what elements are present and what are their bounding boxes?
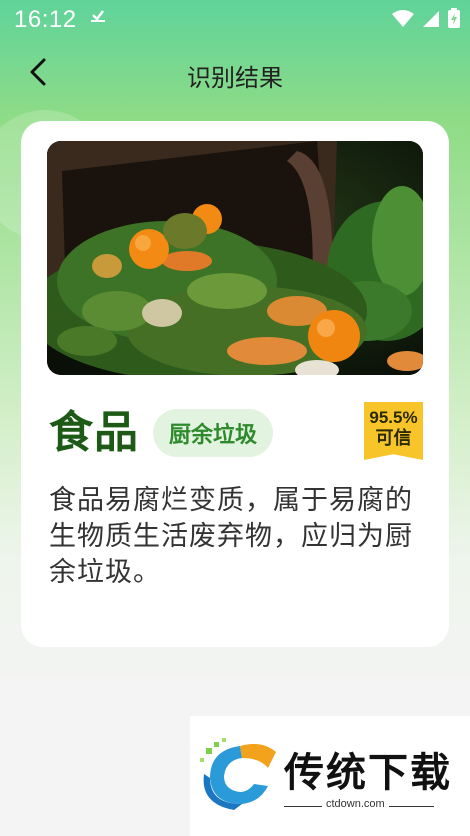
battery-icon bbox=[448, 8, 460, 34]
status-bar: 16:12 bbox=[0, 0, 470, 40]
confidence-badge: 95.5% 可信 bbox=[364, 402, 423, 460]
wifi-icon bbox=[392, 9, 414, 34]
download-done-icon bbox=[90, 5, 106, 28]
item-name: 食品 bbox=[49, 407, 139, 458]
description-text: 食品易腐烂变质，属于易腐的生物质生活废弃物，应归为厨余垃圾。 bbox=[49, 485, 413, 588]
status-icons bbox=[392, 8, 460, 34]
food-waste-photo bbox=[47, 141, 423, 375]
result-card: 食品 厨余垃圾 95.5% 可信 食品易腐烂变质，属于易腐的生物质生活废弃物，应… bbox=[21, 121, 449, 647]
watermark-logo bbox=[200, 738, 276, 814]
page-title: 识别结果 bbox=[187, 64, 283, 92]
watermark: 传统下载 ctdown.com bbox=[190, 716, 470, 836]
signal-icon bbox=[422, 9, 440, 34]
confidence-percent: 95.5% bbox=[369, 408, 418, 427]
watermark-subtitle: ctdown.com bbox=[322, 798, 389, 810]
header: 识别结果 bbox=[0, 48, 470, 98]
confidence-label: 可信 bbox=[375, 428, 412, 449]
watermark-title: 传统下载 bbox=[284, 750, 452, 796]
category-badge: 厨余垃圾 bbox=[153, 409, 274, 457]
status-time: 16:12 bbox=[14, 6, 77, 33]
